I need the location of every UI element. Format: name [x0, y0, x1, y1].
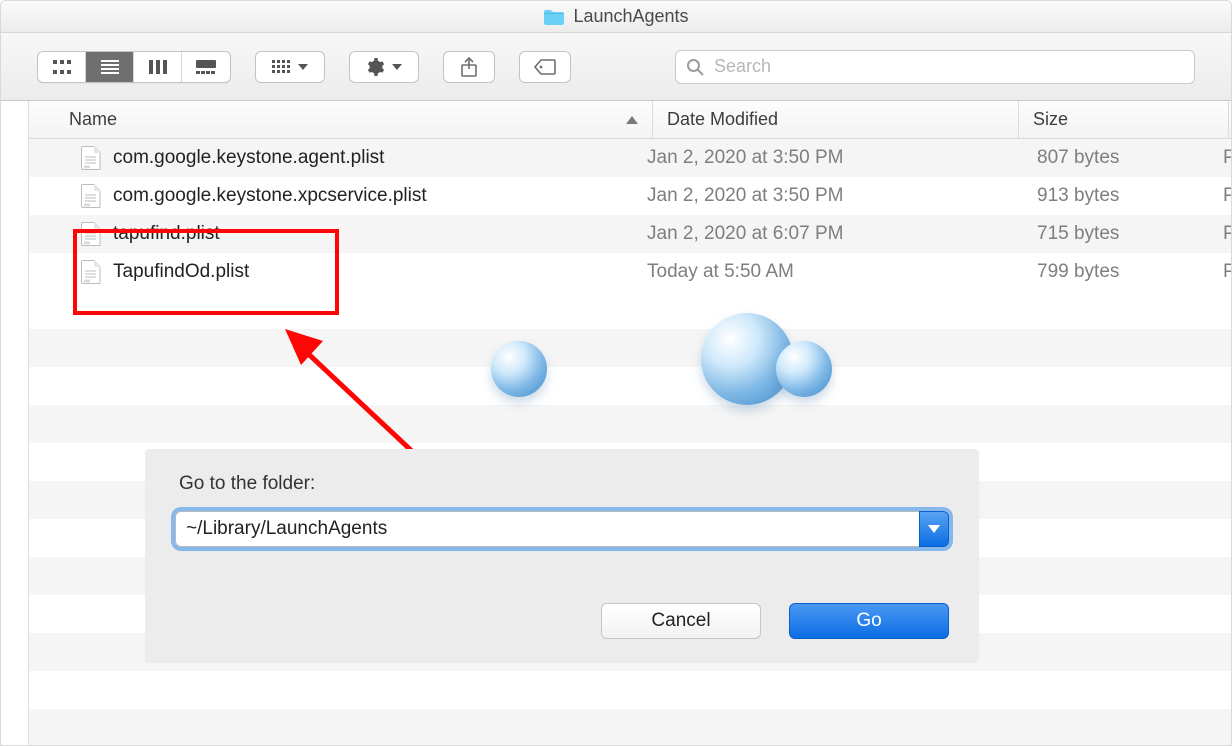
column-name-header[interactable]: Name	[29, 101, 653, 138]
view-mode-segment	[37, 51, 231, 83]
file-row[interactable]: com.google.keystone.agent.plist Jan 2, 20…	[29, 139, 1231, 177]
file-date: Jan 2, 2020 at 3:50 PM	[625, 147, 991, 169]
arrange-menu-button[interactable]	[255, 51, 325, 83]
file-size: 913 bytes	[991, 185, 1201, 207]
view-icons-button[interactable]	[38, 52, 86, 82]
search-icon	[686, 58, 704, 76]
file-row[interactable]: com.google.keystone.xpcservice.plist Jan …	[29, 177, 1231, 215]
file-size: 715 bytes	[991, 223, 1201, 245]
chevron-down-icon	[928, 525, 940, 533]
toolbar	[1, 33, 1231, 101]
plist-file-icon	[81, 260, 101, 284]
file-date: Jan 2, 2020 at 3:50 PM	[625, 185, 991, 207]
file-name: TapufindOd.plist	[113, 261, 249, 283]
action-menu-button[interactable]	[349, 51, 419, 83]
go-to-folder-combo	[175, 511, 949, 547]
go-to-folder-dropdown-button[interactable]	[919, 511, 949, 547]
file-name: tapufind.plist	[113, 223, 220, 245]
cancel-button-label: Cancel	[651, 610, 710, 632]
tags-button[interactable]	[519, 51, 571, 83]
gear-icon	[366, 58, 384, 76]
file-row[interactable]: tapufind.plist Jan 2, 2020 at 6:07 PM715 …	[29, 215, 1231, 253]
grid-icon	[272, 60, 290, 74]
column-date-label: Date Modified	[667, 109, 778, 130]
titlebar: LaunchAgents	[1, 1, 1231, 33]
file-name: com.google.keystone.agent.plist	[113, 147, 384, 169]
chevron-down-icon	[392, 64, 402, 70]
column-date-header[interactable]: Date Modified	[653, 101, 1019, 138]
file-kind: Pr	[1201, 147, 1231, 169]
go-button[interactable]: Go	[789, 603, 949, 639]
plist-file-icon	[81, 184, 101, 208]
file-date: Today at 5:50 AM	[625, 261, 991, 283]
plist-file-icon	[81, 222, 101, 246]
file-kind: Pr	[1201, 261, 1231, 283]
column-header-row: Name Date Modified Size Kin	[29, 101, 1231, 139]
column-name-label: Name	[69, 109, 117, 130]
tag-icon	[534, 59, 556, 75]
sort-indicator-icon	[626, 116, 638, 124]
sidebar-gutter	[1, 101, 29, 745]
file-size: 807 bytes	[991, 147, 1201, 169]
window-title: LaunchAgents	[573, 6, 688, 27]
file-row[interactable]: TapufindOd.plist Today at 5:50 AM799 byte…	[29, 253, 1231, 291]
view-gallery-button[interactable]	[182, 52, 230, 82]
search-input[interactable]	[712, 55, 1184, 78]
view-columns-button[interactable]	[134, 52, 182, 82]
column-size-label: Size	[1033, 109, 1068, 130]
search-field[interactable]	[675, 50, 1195, 84]
plist-file-icon	[81, 146, 101, 170]
go-to-folder-label: Go to the folder:	[175, 473, 949, 495]
file-date: Jan 2, 2020 at 6:07 PM	[625, 223, 991, 245]
view-list-button[interactable]	[86, 52, 134, 82]
chevron-down-icon	[298, 64, 308, 70]
share-icon	[461, 57, 477, 77]
file-size: 799 bytes	[991, 261, 1201, 283]
go-to-folder-input[interactable]	[175, 511, 919, 547]
file-name: com.google.keystone.xpcservice.plist	[113, 185, 427, 207]
column-size-header[interactable]: Size	[1019, 101, 1229, 138]
file-kind: Pr	[1201, 185, 1231, 207]
finder-window: LaunchAgents	[0, 0, 1232, 746]
file-kind: Pr	[1201, 223, 1231, 245]
cancel-button[interactable]: Cancel	[601, 603, 761, 639]
folder-icon	[543, 8, 565, 26]
go-button-label: Go	[856, 610, 881, 632]
go-to-folder-sheet: Go to the folder: Cancel Go	[145, 449, 979, 663]
share-button[interactable]	[443, 51, 495, 83]
